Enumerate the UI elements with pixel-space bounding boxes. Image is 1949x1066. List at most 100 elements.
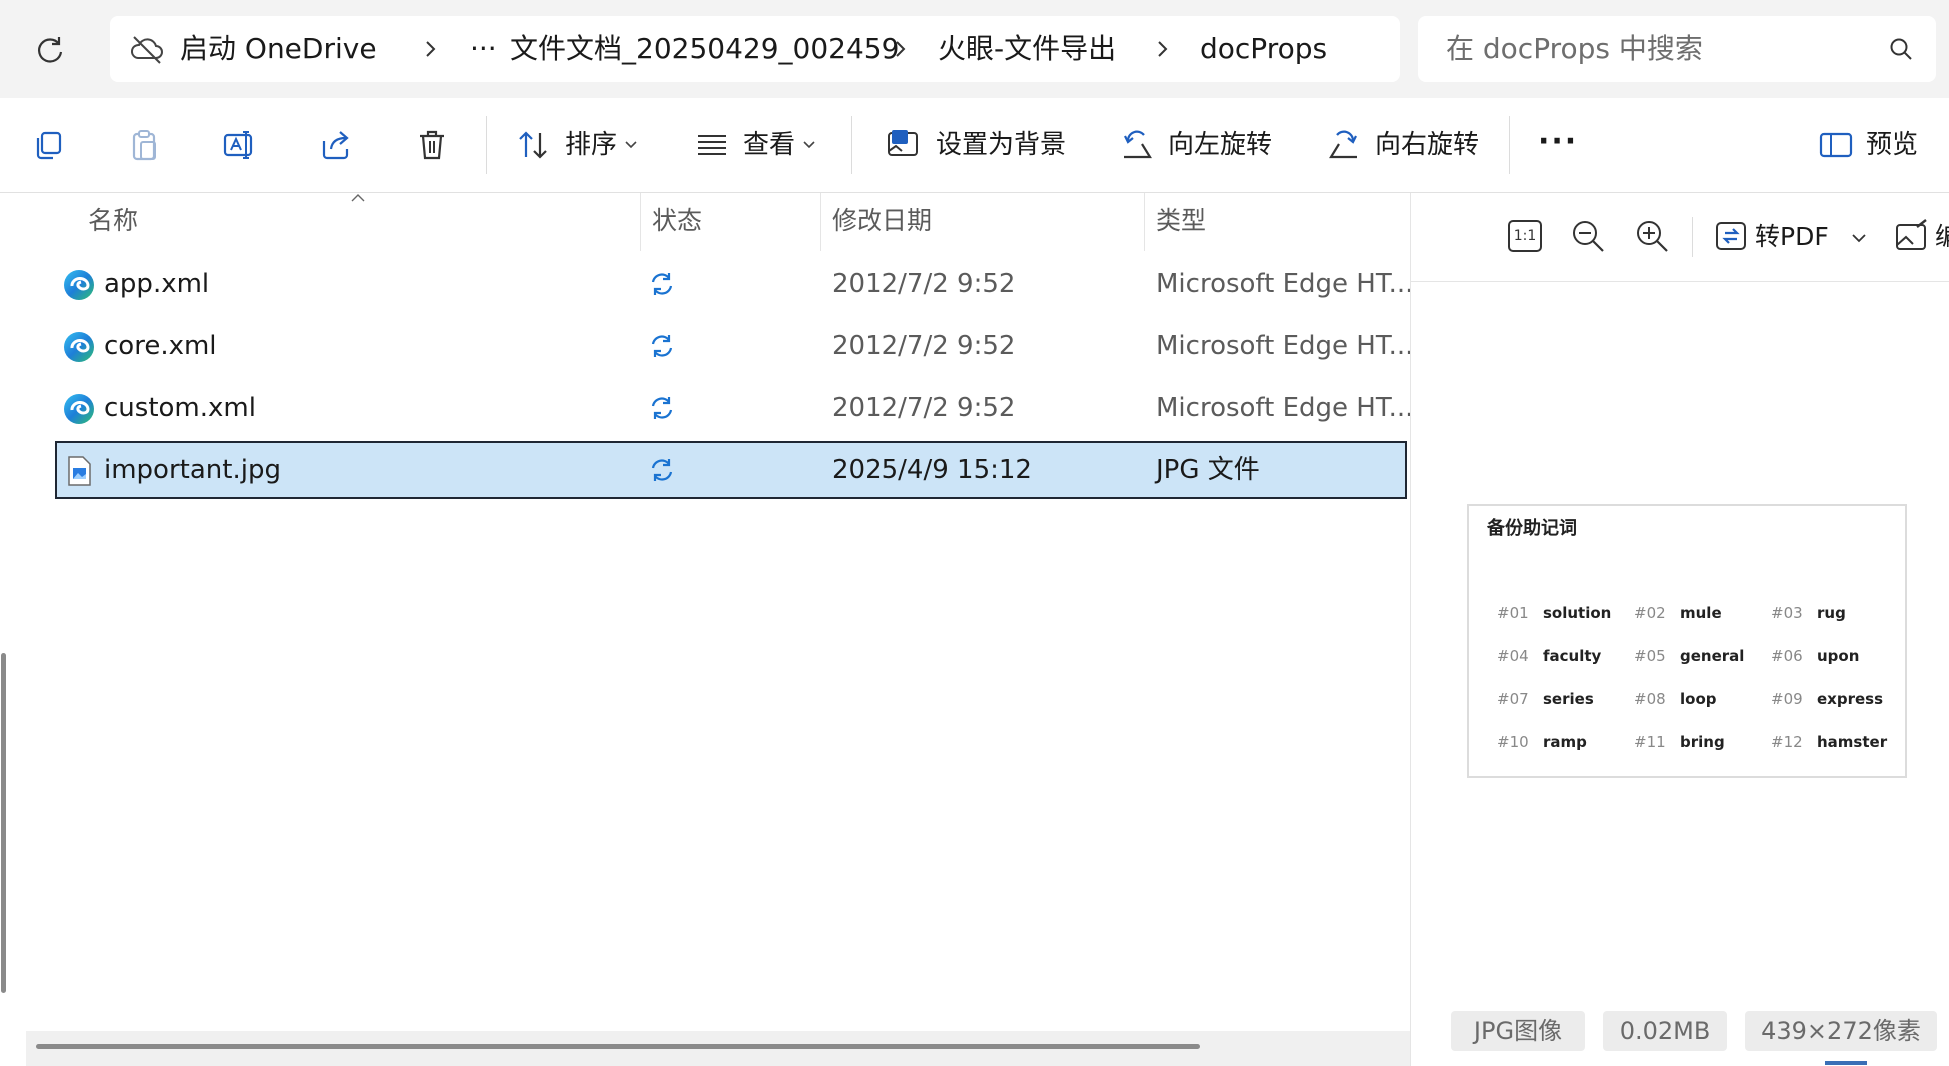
word-number: #01 (1497, 604, 1529, 622)
file-modified-date: 2012/7/2 9:52 (832, 269, 1016, 299)
refresh-icon (38, 37, 63, 63)
column-header-name[interactable]: 名称 (88, 193, 138, 249)
breadcrumb[interactable]: 启动 OneDrive ··· 文件文档_20250429_002459 火眼-… (110, 16, 1400, 82)
actual-size-label: 1:1 (1513, 228, 1537, 244)
column-header-status[interactable]: 状态 (652, 193, 702, 249)
file-row-selected[interactable]: important.jpg 2025/4/9 15:12 JPG 文件 (55, 441, 1407, 499)
paste-icon[interactable] (126, 127, 162, 163)
set-background-button[interactable]: 设置为背景 (936, 98, 1066, 192)
share-icon[interactable] (318, 127, 354, 163)
actual-size-button[interactable]: 1:1 (1506, 217, 1544, 255)
mnemonic-word: loop (1680, 690, 1717, 708)
mnemonic-word: faculty (1543, 647, 1602, 665)
word-number: #05 (1634, 647, 1666, 665)
zoom-in-icon[interactable] (1633, 217, 1671, 255)
mnemonic-word: rug (1817, 604, 1846, 622)
search-icon[interactable] (1888, 36, 1914, 62)
mnemonic-word: series (1543, 690, 1594, 708)
breadcrumb-folder-export[interactable]: 火眼-文件导出 (938, 16, 1116, 82)
breadcrumb-overflow[interactable]: ··· (470, 16, 497, 82)
edit-button[interactable]: 编 (1935, 193, 1949, 281)
view-icon[interactable] (694, 127, 730, 163)
sort-button[interactable]: 排序 (565, 98, 617, 192)
chevron-right-icon (896, 41, 906, 57)
file-type: Microsoft Edge HT... (1156, 269, 1414, 299)
file-row[interactable]: app.xml 2012/7/2 9:52 Microsoft Edge HT.… (56, 256, 1413, 312)
breadcrumb-onedrive[interactable]: 启动 OneDrive (180, 16, 377, 82)
word-number: #12 (1771, 733, 1803, 751)
rename-icon[interactable] (222, 127, 258, 163)
image-preview: 备份助记词 #01 solution #02 mule #03 rug #04 … (1467, 504, 1907, 778)
cloud-off-icon (130, 33, 164, 65)
image-file-icon (68, 456, 91, 486)
edge-icon (64, 332, 94, 362)
rotate-left-icon[interactable] (1119, 127, 1155, 163)
preview-scroll-indicator (1825, 1061, 1867, 1065)
file-row[interactable]: custom.xml 2012/7/2 9:52 Microsoft Edge … (56, 380, 1413, 436)
preview-pane: 1:1 转PDF 编 备份助记词 #01 solution #02 mule #… (1410, 193, 1949, 1066)
edge-icon (64, 270, 94, 300)
mnemonic-word: ramp (1543, 733, 1587, 751)
file-name[interactable]: custom.xml (104, 380, 256, 436)
vertical-scrollbar[interactable] (1, 653, 6, 993)
mnemonic-word: upon (1817, 647, 1860, 665)
zoom-out-icon[interactable] (1569, 217, 1607, 255)
mnemonic-word: bring (1680, 733, 1725, 751)
column-header-modified[interactable]: 修改日期 (832, 193, 932, 249)
image-format-badge: JPG图像 (1451, 1011, 1585, 1051)
file-name[interactable]: core.xml (104, 318, 217, 374)
image-title: 备份助记词 (1487, 518, 1577, 539)
delete-icon[interactable] (414, 127, 450, 163)
set-background-icon[interactable] (886, 127, 922, 163)
image-dimensions-badge: 439×272像素 (1745, 1011, 1937, 1051)
word-number: #02 (1634, 604, 1666, 622)
sync-status-icon (651, 397, 673, 419)
sync-status-icon (651, 273, 673, 295)
rotate-left-button[interactable]: 向左旋转 (1168, 98, 1272, 192)
pdf-convert-icon[interactable] (1713, 217, 1751, 255)
mnemonic-word: hamster (1817, 733, 1888, 751)
word-number: #04 (1497, 647, 1529, 665)
view-button[interactable]: 查看 (743, 98, 795, 192)
file-list: 名称 状态 修改日期 类型 app.xml 2012/7/2 9:52 Micr… (0, 193, 1413, 1066)
rotate-right-button[interactable]: 向右旋转 (1375, 98, 1479, 192)
rotate-right-icon[interactable] (1326, 127, 1362, 163)
mnemonic-word: general (1680, 647, 1745, 665)
to-pdf-button[interactable]: 转PDF (1755, 193, 1829, 281)
column-header-type[interactable]: 类型 (1156, 193, 1206, 249)
search-box[interactable]: 在 docProps 中搜索 (1418, 16, 1936, 82)
word-number: #10 (1497, 733, 1529, 751)
command-bar: 排序 查看 设置为背景 向左旋转 向右旋转 ··· 预览 (0, 98, 1949, 193)
chevron-right-icon (1158, 41, 1168, 57)
file-row[interactable]: core.xml 2012/7/2 9:52 Microsoft Edge HT… (56, 318, 1413, 374)
word-number: #07 (1497, 690, 1529, 708)
word-number: #09 (1771, 690, 1803, 708)
file-modified-date: 2012/7/2 9:52 (832, 331, 1016, 361)
sort-ascending-icon (351, 194, 365, 202)
file-modified-date: 2025/4/9 15:12 (832, 455, 1032, 485)
mnemonic-word: solution (1543, 604, 1612, 622)
chevron-down-icon[interactable] (1851, 230, 1867, 246)
mnemonic-word: express (1817, 690, 1884, 708)
file-name[interactable]: important.jpg (104, 442, 281, 498)
word-number: #06 (1771, 647, 1803, 665)
sort-icon[interactable] (515, 127, 551, 163)
sync-status-icon (651, 459, 673, 481)
file-modified-date: 2012/7/2 9:52 (832, 393, 1016, 423)
sync-status-icon (651, 335, 673, 357)
breadcrumb-folder-docs[interactable]: 文件文档_20250429_002459 (510, 16, 899, 82)
preview-pane-icon[interactable] (1818, 127, 1854, 163)
search-input[interactable]: 在 docProps 中搜索 (1446, 16, 1703, 82)
refresh-button[interactable] (32, 32, 68, 68)
file-type: JPG 文件 (1156, 455, 1260, 485)
mnemonic-word: mule (1680, 604, 1722, 622)
horizontal-scrollbar[interactable] (36, 1044, 1200, 1049)
copy-icon[interactable] (30, 127, 66, 163)
chevron-down-icon (803, 141, 815, 149)
edge-icon (64, 394, 94, 424)
breadcrumb-current[interactable]: docProps (1200, 16, 1327, 82)
file-name[interactable]: app.xml (104, 256, 209, 312)
edit-image-icon[interactable] (1893, 217, 1931, 255)
more-options-button[interactable]: ··· (1538, 98, 1578, 186)
preview-button[interactable]: 预览 (1866, 98, 1918, 192)
